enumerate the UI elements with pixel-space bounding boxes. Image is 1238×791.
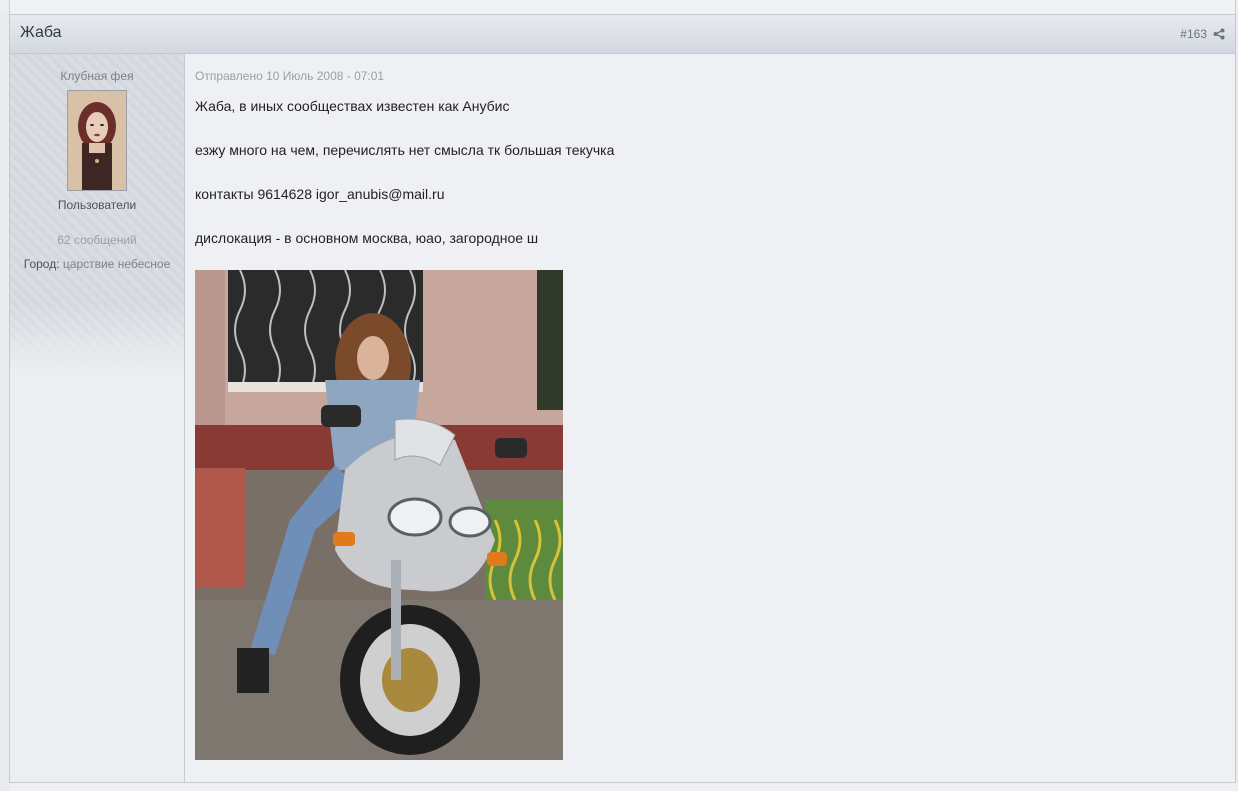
post-count: 62 сообщений <box>57 233 137 247</box>
previous-post-footer <box>0 0 1238 15</box>
post-text-line: дислокация - в основном москва, юао, заг… <box>195 230 539 246</box>
avatar[interactable] <box>67 90 127 191</box>
user-city: Город: царствие небесное <box>10 257 184 271</box>
author-sidebar: Клубная фея Пользователи 62 сообщений Го… <box>10 54 185 783</box>
motorcycle-photo[interactable] <box>195 270 563 760</box>
post-date: Отправлено 10 Июль 2008 - 07:01 <box>195 69 385 83</box>
post-text-line: езжу много на чем, перечислять нет смысл… <box>195 142 615 158</box>
city-label: Город: <box>23 257 60 271</box>
post-header: Жаба #163 <box>10 15 1235 54</box>
forum-post: Жаба #163 Клубная фея Пользователи 62 со… <box>9 14 1236 784</box>
city-value: царствие небесное <box>62 257 171 271</box>
post-number-link[interactable]: #163 <box>1180 27 1207 41</box>
user-group: Пользователи <box>57 198 137 212</box>
share-icon[interactable] <box>1213 27 1225 40</box>
user-title: Клубная фея <box>60 69 134 83</box>
post-author-name[interactable]: Жаба <box>20 24 62 42</box>
post-text-line: контакты 9614628 igor_anubis@mail.ru <box>195 186 445 202</box>
post-text-line: Жаба, в иных сообществах известен как Ан… <box>195 98 510 114</box>
